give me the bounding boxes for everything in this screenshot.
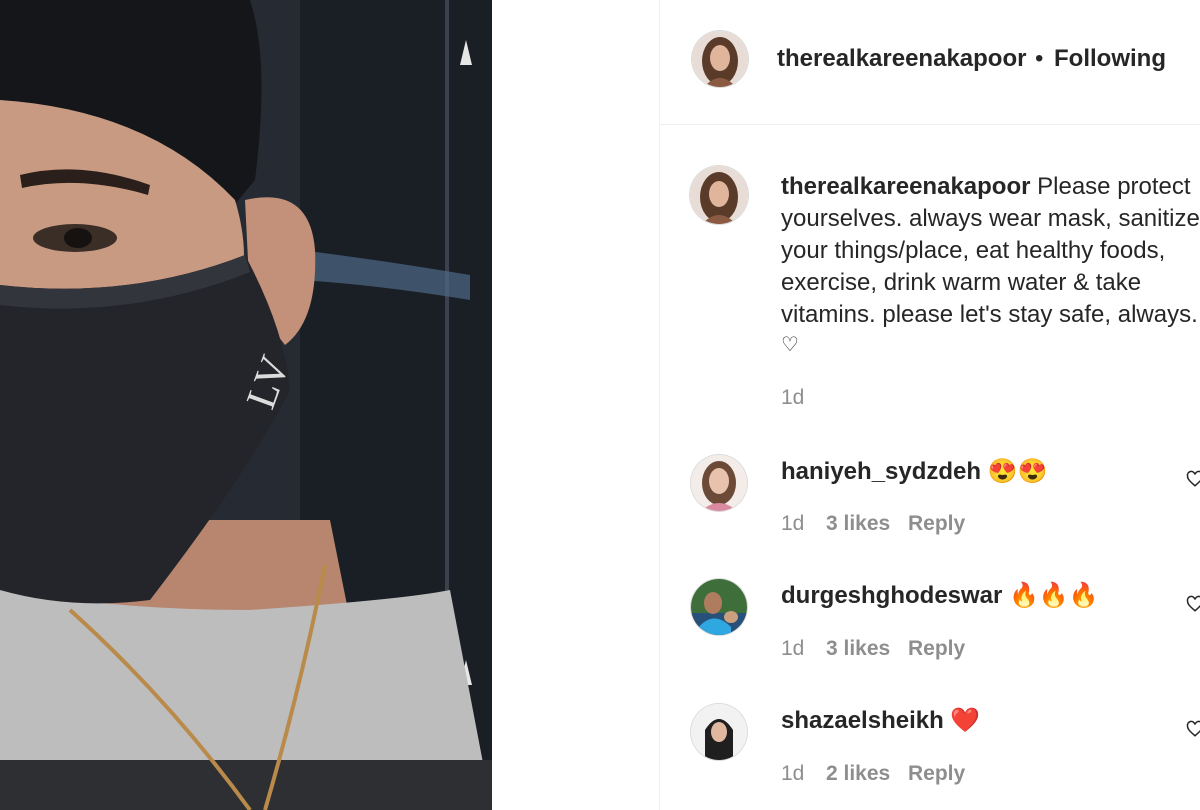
- caption-line-1: therealkareenakapoor Please protect: [781, 171, 1191, 203]
- comment-username[interactable]: shazaelsheikh: [781, 707, 944, 734]
- comment-body: haniyeh_sydzdeh 😍😍: [781, 456, 1048, 488]
- comment-body: durgeshghodeswar 🔥🔥🔥: [781, 580, 1099, 612]
- comment-username[interactable]: durgeshghodeswar: [781, 582, 1002, 609]
- comment-text: 😍😍: [987, 458, 1048, 485]
- following-button[interactable]: Following: [1054, 45, 1166, 73]
- caption-text-5: vitamins. please let's stay safe, always…: [781, 301, 1198, 328]
- like-heart-icon[interactable]: [1186, 720, 1200, 738]
- comment-text: ❤️: [950, 707, 981, 734]
- reply-button[interactable]: Reply: [908, 512, 965, 536]
- comment-likes[interactable]: 3 likes: [826, 512, 890, 536]
- caption-text-2: yourselves. always wear mask, sanitize: [781, 205, 1200, 232]
- caption-username[interactable]: therealkareenakapoor: [781, 173, 1030, 200]
- like-heart-icon[interactable]: [1186, 470, 1200, 488]
- comment-likes[interactable]: 2 likes: [826, 762, 890, 786]
- author-avatar-image: [692, 31, 748, 87]
- post-photo-illustration: LV: [0, 0, 492, 810]
- caption-text-1: Please protect: [1037, 173, 1191, 200]
- commenter-avatar[interactable]: [691, 579, 747, 635]
- caption-heart-icon: ♡: [781, 334, 799, 356]
- photo-gutter: [492, 0, 660, 810]
- post-header: therealkareenakapoor • Following: [660, 0, 1200, 125]
- caption-text-3: your things/place, eat healthy foods,: [781, 237, 1166, 264]
- commenter-avatar[interactable]: [691, 704, 747, 760]
- commenter-avatar-image: [691, 455, 747, 511]
- like-heart-icon[interactable]: [1186, 595, 1200, 613]
- caption-timestamp[interactable]: 1d: [781, 386, 804, 410]
- comment-timestamp[interactable]: 1d: [781, 762, 804, 786]
- comment-timestamp[interactable]: 1d: [781, 637, 804, 661]
- header-username[interactable]: therealkareenakapoor: [777, 45, 1026, 73]
- reply-button[interactable]: Reply: [908, 637, 965, 661]
- commenter-avatar[interactable]: [691, 455, 747, 511]
- comment-timestamp[interactable]: 1d: [781, 512, 804, 536]
- commenter-avatar-image: [691, 579, 747, 635]
- comment-text: 🔥🔥🔥: [1009, 582, 1099, 609]
- header-separator: •: [1035, 45, 1044, 72]
- caption-text-4: exercise, drink warm water & take: [781, 269, 1142, 296]
- comment-likes[interactable]: 3 likes: [826, 637, 890, 661]
- comment-username[interactable]: haniyeh_sydzdeh: [781, 458, 981, 485]
- commenter-avatar-image: [691, 704, 747, 760]
- caption-avatar[interactable]: [690, 166, 748, 224]
- caption-avatar-image: [690, 166, 748, 224]
- author-avatar[interactable]: [692, 31, 748, 87]
- comment-body: shazaelsheikh ❤️: [781, 705, 980, 737]
- post-photo[interactable]: LV: [0, 0, 492, 810]
- reply-button[interactable]: Reply: [908, 762, 965, 786]
